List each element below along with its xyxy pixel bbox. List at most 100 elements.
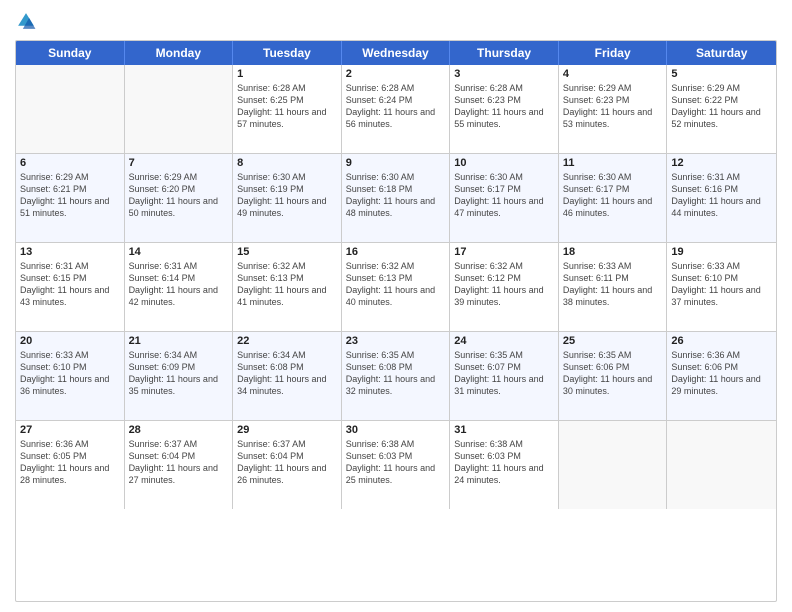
sunrise-text: Sunrise: 6:28 AM [454,82,554,94]
day-info: Sunrise: 6:38 AMSunset: 6:03 PMDaylight:… [346,438,446,487]
day-cell-16: 16Sunrise: 6:32 AMSunset: 6:13 PMDayligh… [342,243,451,331]
sunset-text: Sunset: 6:10 PM [671,272,772,284]
sunset-text: Sunset: 6:07 PM [454,361,554,373]
day-info: Sunrise: 6:38 AMSunset: 6:03 PMDaylight:… [454,438,554,487]
day-number: 3 [454,68,554,80]
day-cell-29: 29Sunrise: 6:37 AMSunset: 6:04 PMDayligh… [233,421,342,509]
day-cell-30: 30Sunrise: 6:38 AMSunset: 6:03 PMDayligh… [342,421,451,509]
header-day-saturday: Saturday [667,41,776,65]
sunrise-text: Sunrise: 6:38 AM [346,438,446,450]
sunrise-text: Sunrise: 6:34 AM [129,349,229,361]
calendar-row-1: 6Sunrise: 6:29 AMSunset: 6:21 PMDaylight… [16,153,776,242]
day-number: 21 [129,335,229,347]
sunrise-text: Sunrise: 6:38 AM [454,438,554,450]
day-number: 9 [346,157,446,169]
daylight-text: Daylight: 11 hours and 39 minutes. [454,284,554,308]
day-cell-1: 1Sunrise: 6:28 AMSunset: 6:25 PMDaylight… [233,65,342,153]
day-cell-25: 25Sunrise: 6:35 AMSunset: 6:06 PMDayligh… [559,332,668,420]
day-number: 14 [129,246,229,258]
day-info: Sunrise: 6:30 AMSunset: 6:19 PMDaylight:… [237,171,337,220]
sunset-text: Sunset: 6:13 PM [237,272,337,284]
sunrise-text: Sunrise: 6:31 AM [129,260,229,272]
day-info: Sunrise: 6:35 AMSunset: 6:06 PMDaylight:… [563,349,663,398]
day-info: Sunrise: 6:31 AMSunset: 6:14 PMDaylight:… [129,260,229,309]
sunset-text: Sunset: 6:06 PM [671,361,772,373]
sunset-text: Sunset: 6:05 PM [20,450,120,462]
sunrise-text: Sunrise: 6:30 AM [454,171,554,183]
header-day-thursday: Thursday [450,41,559,65]
day-info: Sunrise: 6:32 AMSunset: 6:13 PMDaylight:… [237,260,337,309]
sunrise-text: Sunrise: 6:32 AM [237,260,337,272]
day-cell-14: 14 Sunrise: 6:31 AMSunset: 6:14 PMDayligh… [125,243,234,331]
daylight-text: Daylight: 11 hours and 28 minutes. [20,462,120,486]
sunrise-text: Sunrise: 6:35 AM [346,349,446,361]
header [15,10,777,32]
day-cell-23: 23Sunrise: 6:35 AMSunset: 6:08 PMDayligh… [342,332,451,420]
sunrise-text: Sunrise: 6:35 AM [454,349,554,361]
day-info: Sunrise: 6:32 AMSunset: 6:12 PMDaylight:… [454,260,554,309]
sunrise-text: Sunrise: 6:29 AM [129,171,229,183]
header-day-wednesday: Wednesday [342,41,451,65]
calendar-body: 1Sunrise: 6:28 AMSunset: 6:25 PMDaylight… [16,65,776,509]
day-number: 24 [454,335,554,347]
day-number: 28 [129,424,229,436]
sunset-text: Sunset: 6:18 PM [346,183,446,195]
day-cell-6: 6Sunrise: 6:29 AMSunset: 6:21 PMDaylight… [16,154,125,242]
day-info: Sunrise: 6:31 AMSunset: 6:16 PMDaylight:… [671,171,772,220]
logo [15,10,39,32]
daylight-text: Daylight: 11 hours and 47 minutes. [454,195,554,219]
empty-cell-0-0 [16,65,125,153]
day-number: 20 [20,335,120,347]
day-number: 26 [671,335,772,347]
sunset-text: Sunset: 6:23 PM [563,94,663,106]
day-info: Sunrise: 6:30 AMSunset: 6:18 PMDaylight:… [346,171,446,220]
sunset-text: Sunset: 6:14 PM [129,272,229,284]
day-info: Sunrise: 6:34 AMSunset: 6:08 PMDaylight:… [237,349,337,398]
daylight-text: Daylight: 11 hours and 31 minutes. [454,373,554,397]
day-number: 27 [20,424,120,436]
day-number: 11 [563,157,663,169]
daylight-text: Daylight: 11 hours and 30 minutes. [563,373,663,397]
sunset-text: Sunset: 6:10 PM [20,361,120,373]
daylight-text: Daylight: 11 hours and 37 minutes. [671,284,772,308]
day-cell-19: 19Sunrise: 6:33 AMSunset: 6:10 PMDayligh… [667,243,776,331]
daylight-text: Daylight: 11 hours and 57 minutes. [237,106,337,130]
day-cell-8: 8Sunrise: 6:30 AMSunset: 6:19 PMDaylight… [233,154,342,242]
day-number: 5 [671,68,772,80]
day-number: 16 [346,246,446,258]
daylight-text: Daylight: 11 hours and 56 minutes. [346,106,446,130]
sunrise-text: Sunrise: 6:29 AM [20,171,120,183]
sunset-text: Sunset: 6:17 PM [563,183,663,195]
sunrise-text: Sunrise: 6:36 AM [671,349,772,361]
header-day-sunday: Sunday [16,41,125,65]
daylight-text: Daylight: 11 hours and 26 minutes. [237,462,337,486]
day-number: 15 [237,246,337,258]
sunset-text: Sunset: 6:17 PM [454,183,554,195]
daylight-text: Daylight: 11 hours and 38 minutes. [563,284,663,308]
daylight-text: Daylight: 11 hours and 40 minutes. [346,284,446,308]
day-info: Sunrise: 6:28 AMSunset: 6:24 PMDaylight:… [346,82,446,131]
empty-cell-4-6 [667,421,776,509]
sunrise-text: Sunrise: 6:30 AM [237,171,337,183]
sunset-text: Sunset: 6:03 PM [346,450,446,462]
sunset-text: Sunset: 6:13 PM [346,272,446,284]
sunrise-text: Sunrise: 6:28 AM [237,82,337,94]
day-number: 19 [671,246,772,258]
sunrise-text: Sunrise: 6:30 AM [346,171,446,183]
sunrise-text: Sunrise: 6:30 AM [563,171,663,183]
daylight-text: Daylight: 11 hours and 27 minutes. [129,462,229,486]
day-cell-26: 26Sunrise: 6:36 AMSunset: 6:06 PMDayligh… [667,332,776,420]
sunrise-text: Sunrise: 6:31 AM [671,171,772,183]
sunset-text: Sunset: 6:12 PM [454,272,554,284]
day-number: 18 [563,246,663,258]
daylight-text: Daylight: 11 hours and 50 minutes. [129,195,229,219]
sunrise-text: Sunrise: 6:35 AM [563,349,663,361]
day-number: 17 [454,246,554,258]
calendar: SundayMondayTuesdayWednesdayThursdayFrid… [15,40,777,602]
daylight-text: Daylight: 11 hours and 41 minutes. [237,284,337,308]
day-cell-10: 10Sunrise: 6:30 AMSunset: 6:17 PMDayligh… [450,154,559,242]
logo-icon [15,10,37,32]
header-day-tuesday: Tuesday [233,41,342,65]
day-cell-4: 4Sunrise: 6:29 AMSunset: 6:23 PMDaylight… [559,65,668,153]
daylight-text: Daylight: 11 hours and 43 minutes. [20,284,120,308]
